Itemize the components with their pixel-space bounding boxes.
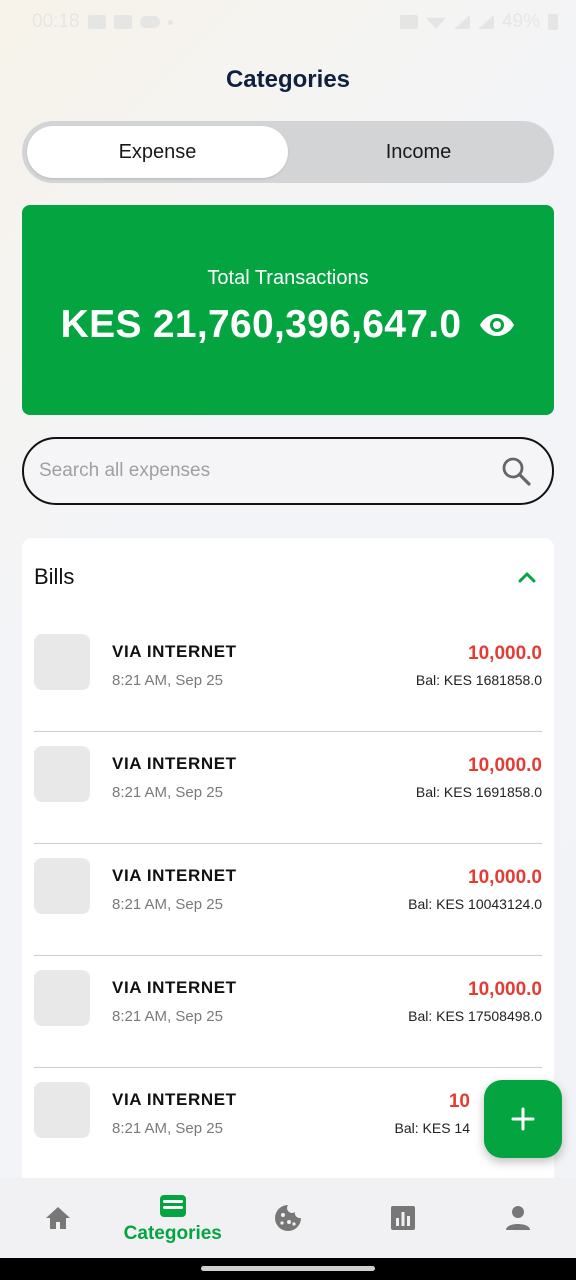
transaction-amount: 10,000.0 — [468, 755, 542, 776]
transaction-name: VIA INTERNET — [112, 866, 237, 885]
cookie-icon — [274, 1205, 301, 1231]
transaction-thumbnail — [34, 858, 90, 914]
battery-icon — [548, 14, 558, 30]
status-time: 00:18 — [32, 11, 80, 32]
transaction-name: VIA INTERNET — [112, 1090, 237, 1109]
transaction-amount: 10,000.0 — [468, 643, 542, 664]
gallery-icon — [87, 15, 106, 29]
nav-home[interactable] — [0, 1178, 115, 1258]
total-row: KES 21,760,396,647.0 — [22, 303, 554, 347]
transaction-balance: Bal: KES 14 — [394, 1120, 471, 1136]
total-amount: KES 21,760,396,647.0 — [60, 303, 462, 346]
nav-cookie[interactable] — [230, 1178, 345, 1258]
transaction-row[interactable]: VIA INTERNET 8:21 AM, Sep 25 10,000.0 Ba… — [34, 956, 542, 1068]
wifi-icon — [425, 17, 446, 29]
plus-icon — [511, 1107, 535, 1131]
transaction-thumbnail — [34, 634, 90, 690]
transaction-balance: Bal: KES 10043124.0 — [408, 896, 542, 912]
group-title[interactable]: Bills — [34, 564, 74, 590]
tab-expense[interactable]: Expense — [27, 126, 288, 178]
transaction-balance: Bal: KES 1681858.0 — [415, 672, 542, 688]
type-segmented-control: Expense Income — [22, 121, 554, 183]
nav-categories-label: Categories — [123, 1223, 222, 1244]
transaction-name: VIA INTERNET — [112, 978, 237, 997]
signal-icon-2 — [477, 15, 494, 29]
transaction-balance: Bal: KES 17508498.0 — [408, 1008, 542, 1024]
person-icon — [506, 1206, 531, 1230]
transaction-amount: 10,000.0 — [468, 867, 542, 888]
transaction-balance: Bal: KES 1691858.0 — [415, 784, 542, 800]
nav-categories[interactable]: Categories — [115, 1178, 230, 1258]
signal-icon — [453, 15, 470, 29]
transaction-time: 8:21 AM, Sep 25 — [112, 896, 223, 913]
system-navigation-bar — [0, 1258, 576, 1280]
battery-percent: 49% — [501, 11, 540, 32]
cloud-icon — [139, 16, 160, 28]
transaction-time: 8:21 AM, Sep 25 — [112, 784, 223, 801]
eye-icon[interactable] — [479, 312, 515, 338]
transaction-row[interactable]: VIA INTERNET 8:21 AM, Sep 25 10,000.0 Ba… — [34, 732, 542, 844]
alarm-icon — [399, 15, 418, 29]
search-input[interactable] — [39, 460, 500, 482]
transaction-time: 8:21 AM, Sep 25 — [112, 1008, 223, 1025]
transaction-time: 8:21 AM, Sep 25 — [112, 672, 223, 689]
page-title: Categories — [225, 66, 351, 93]
transaction-name: VIA INTERNET — [112, 642, 237, 661]
transaction-row[interactable]: VIA INTERNET 8:21 AM, Sep 25 10 Bal: KES… — [34, 1068, 542, 1180]
nav-stats[interactable] — [346, 1178, 461, 1258]
category-group-card: Bills VIA INTERNET 8:21 AM, Sep 25 10,00… — [22, 538, 554, 1198]
transaction-name: VIA INTERNET — [112, 754, 237, 773]
transaction-row[interactable]: VIA INTERNET 8:21 AM, Sep 25 10,000.0 Ba… — [34, 844, 542, 956]
total-transactions-card: Total Transactions KES 21,760,396,647.0 — [22, 205, 554, 415]
add-transaction-button[interactable] — [484, 1080, 562, 1158]
transaction-thumbnail — [34, 970, 90, 1026]
search-box — [22, 437, 554, 505]
bar-chart-icon — [391, 1206, 416, 1230]
wallet-icon — [159, 1195, 186, 1217]
home-indicator[interactable] — [201, 1266, 375, 1271]
home-icon — [45, 1207, 70, 1229]
status-right: 49% — [399, 11, 558, 33]
status-left: 00:18 — [32, 11, 173, 33]
transaction-amount: 10,000.0 — [468, 979, 542, 1000]
dot-icon — [167, 19, 173, 25]
bottom-nav: Categories — [0, 1178, 576, 1258]
nav-profile[interactable] — [461, 1178, 576, 1258]
total-label: Total Transactions — [207, 267, 369, 289]
transaction-thumbnail — [34, 1082, 90, 1138]
notification-icon — [113, 15, 132, 29]
chevron-up-icon[interactable] — [516, 566, 538, 588]
transaction-row[interactable]: VIA INTERNET 8:21 AM, Sep 25 10,000.0 Ba… — [34, 620, 542, 732]
search-icon[interactable] — [500, 455, 532, 487]
transaction-amount: 10 — [448, 1091, 470, 1112]
status-bar: 00:18 49% — [0, 0, 576, 44]
tab-income[interactable]: Income — [288, 126, 549, 178]
transaction-thumbnail — [34, 746, 90, 802]
transaction-time: 8:21 AM, Sep 25 — [112, 1120, 223, 1137]
